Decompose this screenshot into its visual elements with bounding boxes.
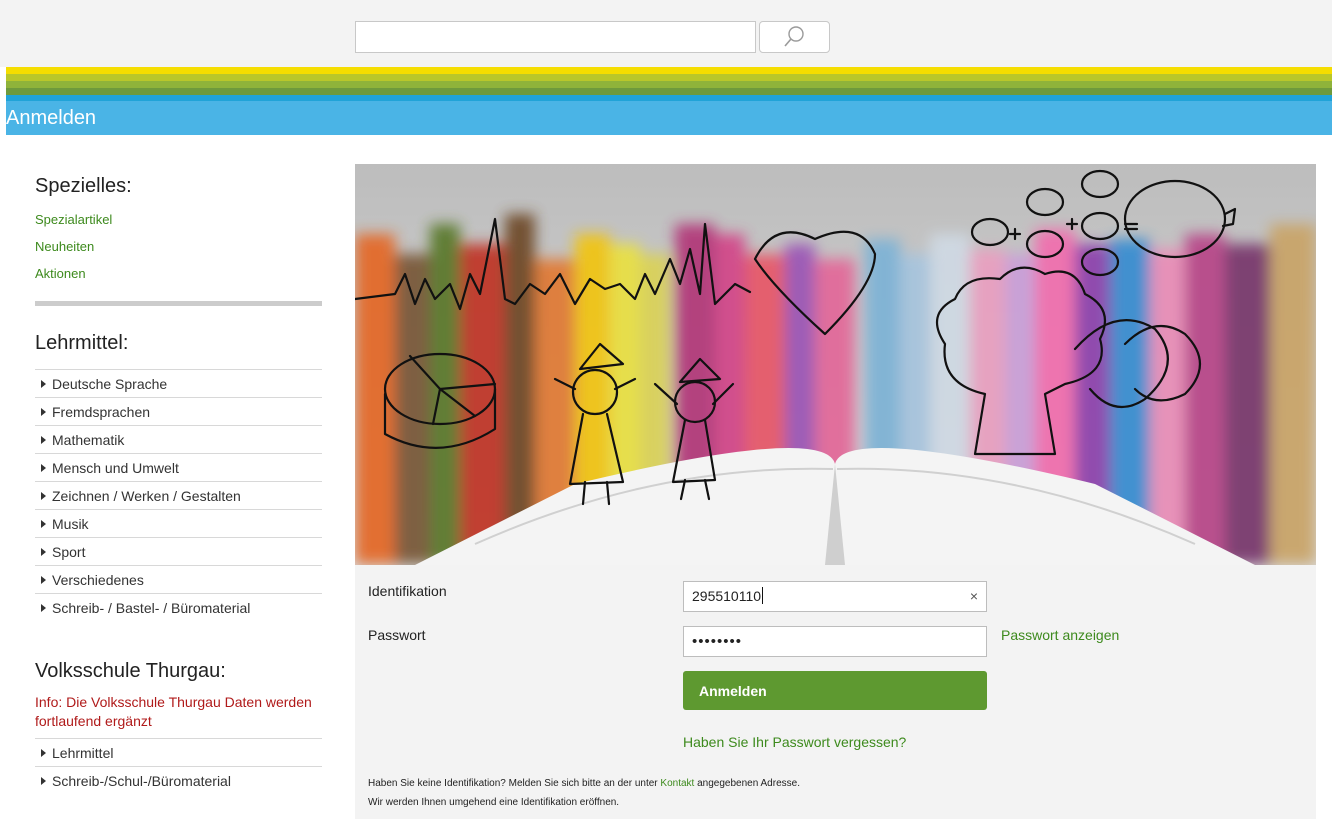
lehrmittel-heading: Lehrmittel: — [35, 332, 129, 354]
text-cursor — [762, 587, 764, 604]
triangle-right-icon — [41, 436, 46, 444]
submit-login-button[interactable]: Anmelden — [683, 671, 987, 710]
special-heading: Spezielles: — [35, 175, 132, 197]
id-label: Identifikation — [368, 583, 447, 599]
category-item[interactable]: Deutsche Sprache — [35, 370, 322, 398]
header-stripe-lightgreen — [6, 74, 1332, 81]
forgot-password-link[interactable]: Haben Sie Ihr Passwort vergessen? — [683, 734, 906, 750]
special-link-spezialartikel[interactable]: Spezialartikel — [35, 206, 322, 233]
category-item[interactable]: Zeichnen / Werken / Gestalten — [35, 482, 322, 510]
triangle-right-icon — [41, 777, 46, 785]
show-password-link[interactable]: Passwort anzeigen — [1001, 627, 1119, 643]
top-header — [0, 0, 1332, 67]
triangle-right-icon — [41, 576, 46, 584]
volksschule-heading: Volksschule Thurgau: — [35, 660, 226, 682]
category-item[interactable]: Fremdsprachen — [35, 398, 322, 426]
category-item[interactable]: Schreib-/Schul-/Büromaterial — [35, 767, 322, 795]
volksschule-list: Lehrmittel Schreib-/Schul-/Büromaterial — [35, 738, 322, 795]
clear-input-icon[interactable]: × — [970, 582, 978, 611]
triangle-right-icon — [41, 464, 46, 472]
special-link-neuheiten[interactable]: Neuheiten — [35, 233, 322, 260]
id-input[interactable]: 295510110 × — [683, 581, 987, 612]
category-item[interactable]: Mensch und Umwelt — [35, 454, 322, 482]
special-link-aktionen[interactable]: Aktionen — [35, 260, 322, 287]
login-form: Identifikation 295510110 × Passwort ••••… — [355, 565, 1316, 819]
triangle-right-icon — [41, 492, 46, 500]
lehrmittel-list: Deutsche Sprache Fremdsprachen Mathemati… — [35, 369, 322, 622]
sidebar-divider — [35, 301, 322, 306]
category-item[interactable]: Mathematik — [35, 426, 322, 454]
triangle-right-icon — [41, 548, 46, 556]
search-button[interactable] — [759, 21, 830, 53]
search-icon — [783, 26, 804, 47]
password-label: Passwort — [368, 627, 426, 643]
triangle-right-icon — [41, 380, 46, 388]
password-masked-value: •••••••• — [692, 633, 743, 650]
category-item[interactable]: Verschiedenes — [35, 566, 322, 594]
password-input[interactable]: •••••••• — [683, 626, 987, 657]
header-stripe-yellow — [6, 67, 1332, 74]
search-input[interactable] — [355, 21, 756, 53]
no-id-note: Haben Sie keine Identifikation? Melden S… — [368, 778, 800, 789]
category-item[interactable]: Musik — [35, 510, 322, 538]
triangle-right-icon — [41, 604, 46, 612]
category-item[interactable]: Sport — [35, 538, 322, 566]
hero-illustration — [355, 164, 1316, 565]
page-title: Anmelden — [6, 107, 97, 129]
hero-image — [355, 164, 1316, 565]
page-title-bar: Anmelden — [6, 101, 1332, 135]
category-item[interactable]: Schreib- / Bastel- / Büromaterial — [35, 594, 322, 622]
triangle-right-icon — [41, 520, 46, 528]
id-input-value: 295510110 — [692, 588, 762, 604]
header-stripe-darkgreen — [6, 88, 1332, 95]
volksschule-info: Info: Die Volksschule Thurgau Daten werd… — [35, 694, 312, 729]
category-item[interactable]: Lehrmittel — [35, 739, 322, 767]
sidebar: Spezielles: Spezialartikel Neuheiten Akt… — [35, 175, 322, 795]
triangle-right-icon — [41, 749, 46, 757]
no-id-note-line2: Wir werden Ihnen umgehend eine Identifik… — [368, 797, 620, 808]
header-stripe-green — [6, 81, 1332, 88]
contact-link[interactable]: Kontakt — [660, 778, 694, 789]
triangle-right-icon — [41, 408, 46, 416]
